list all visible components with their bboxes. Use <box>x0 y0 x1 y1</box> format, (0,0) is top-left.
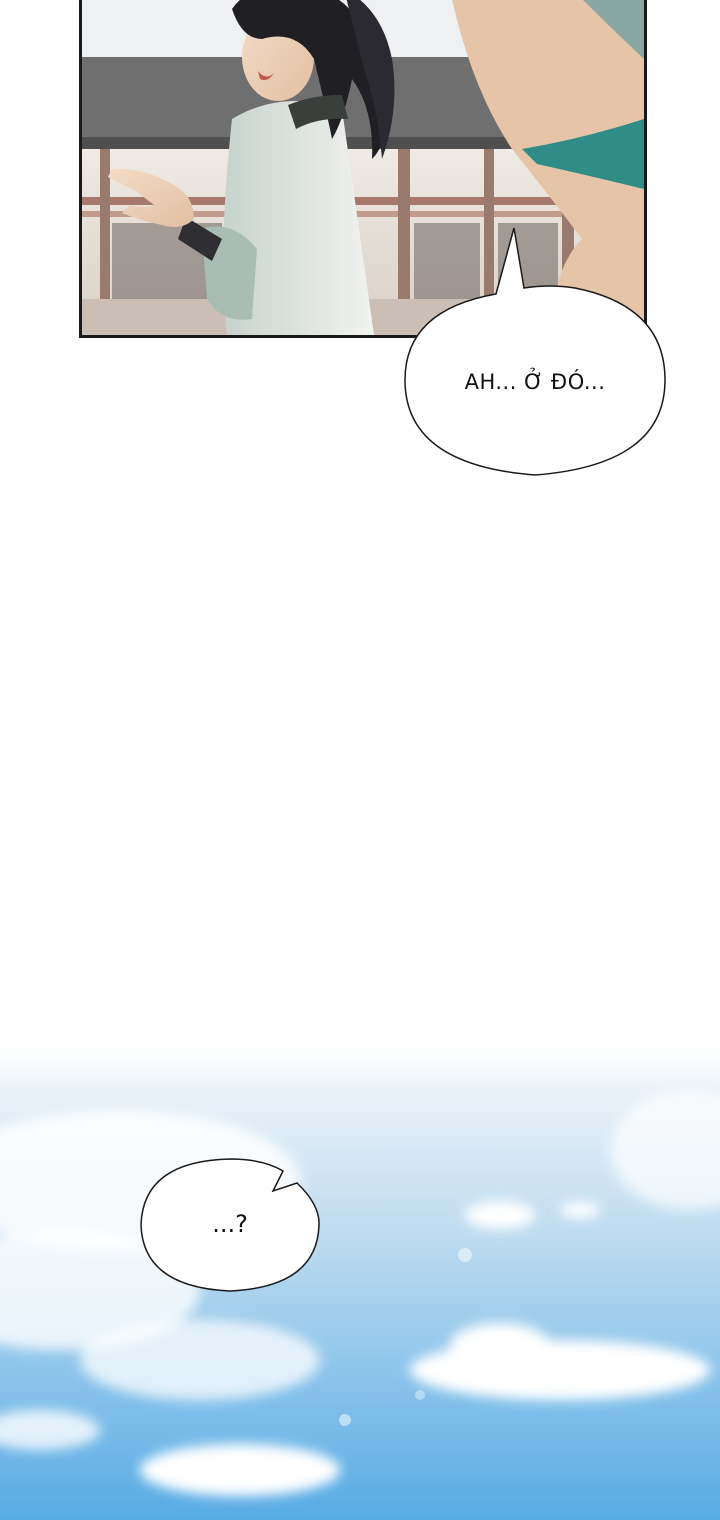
speech-bubble: AH... Ở ĐÓ... <box>400 220 670 480</box>
speech-text: AH... Ở ĐÓ... <box>464 370 606 394</box>
speech-text: ...? <box>212 1210 248 1238</box>
sky-background <box>0 1030 720 1520</box>
comic-page: AH... Ở ĐÓ... ...? <box>0 0 720 1520</box>
speech-bubble-outline <box>404 227 666 476</box>
sky-illustration <box>0 1030 720 1520</box>
speech-bubble-question: ...? <box>135 1155 325 1295</box>
